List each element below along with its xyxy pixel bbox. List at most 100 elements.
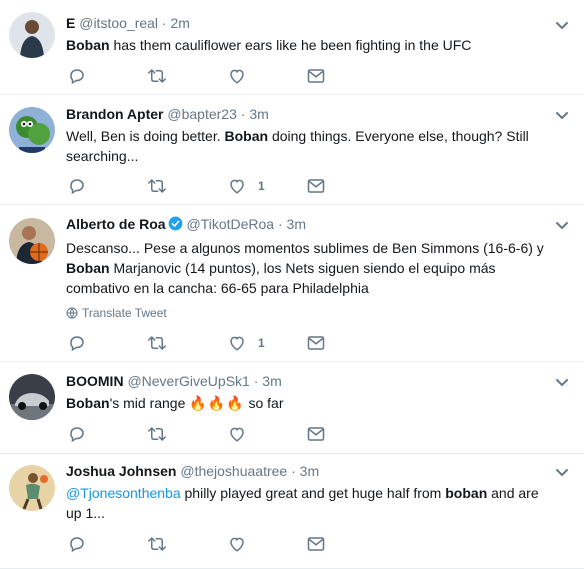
tweet-content: BOOMIN @NeverGiveUpSk1 · 3m Boban's mid r… [66, 372, 556, 413]
user-fullname[interactable]: Brandon Apter [66, 106, 163, 122]
tweet[interactable]: Joshua Johnsen @thejoshuaatree · 3m @Tjon… [0, 454, 584, 569]
message-button[interactable] [307, 534, 325, 554]
tweet-actions: 1 [66, 176, 336, 196]
separator-dot: · [236, 106, 250, 122]
tweet-header: BOOMIN @NeverGiveUpSk1 · 3m [66, 372, 556, 390]
verified-badge-icon [168, 216, 183, 235]
avatar[interactable] [9, 465, 55, 511]
reply-icon [68, 535, 86, 553]
tweet[interactable]: E @itstoo_real · 2m Boban has them caulif… [0, 0, 584, 95]
tweet-timestamp[interactable]: 3m [262, 373, 281, 389]
user-fullname[interactable]: E [66, 15, 75, 31]
reply-icon [68, 67, 86, 85]
user-fullname[interactable]: Joshua Johnsen [66, 463, 176, 479]
separator-dot: · [158, 15, 171, 31]
avatar[interactable] [9, 12, 55, 58]
chevron-down-icon[interactable] [554, 464, 570, 480]
direct-message-icon [307, 68, 325, 84]
message-button[interactable] [307, 333, 325, 353]
text-segment: Well, Ben is doing better. [66, 128, 225, 144]
highlighted-term: Boban [224, 128, 269, 144]
user-handle[interactable]: @thejoshuaatree [180, 463, 287, 479]
chevron-down-icon[interactable] [554, 17, 570, 33]
tweet-text: @Tjonesonthenba philly played great and … [66, 483, 556, 523]
retweet-button[interactable] [147, 333, 167, 353]
tweet-content: E @itstoo_real · 2m Boban has them caulif… [66, 14, 556, 55]
like-icon [228, 535, 246, 553]
like-count: 1 [258, 179, 265, 193]
tweet[interactable]: Alberto de Roa @TikotDeRoa · 3m Descanso.… [0, 205, 584, 362]
like-button[interactable]: 1 [228, 333, 265, 353]
tweet-actions: 1 [66, 333, 336, 353]
direct-message-icon [307, 536, 325, 552]
chevron-down-icon[interactable] [554, 217, 570, 233]
like-icon [228, 425, 246, 443]
highlighted-term: boban [445, 485, 488, 501]
reply-button[interactable] [68, 424, 86, 444]
mention-link[interactable]: @Tjonesonthenba [66, 485, 181, 501]
direct-message-icon [307, 426, 325, 442]
chevron-down-icon[interactable] [554, 107, 570, 123]
tweet-timestamp[interactable]: 3m [300, 463, 319, 479]
like-button[interactable] [228, 424, 246, 444]
user-handle[interactable]: @TikotDeRoa [186, 216, 274, 232]
globe-icon [66, 307, 78, 322]
chevron-down-icon[interactable] [554, 374, 570, 390]
retweet-icon [147, 67, 167, 85]
like-icon [228, 67, 246, 85]
reply-icon [68, 334, 86, 352]
reply-button[interactable] [68, 534, 86, 554]
tweet-timeline: E @itstoo_real · 2m Boban has them caulif… [0, 0, 584, 569]
tweet[interactable]: BOOMIN @NeverGiveUpSk1 · 3m Boban's mid r… [0, 362, 584, 454]
avatar[interactable] [9, 107, 55, 153]
message-button[interactable] [307, 424, 325, 444]
retweet-button[interactable] [147, 424, 167, 444]
tweet-timestamp[interactable]: 2m [171, 15, 190, 31]
reply-icon [68, 425, 86, 443]
text-segment: Descanso... Pese a algunos momentos subl… [66, 240, 544, 256]
retweet-button[interactable] [147, 534, 167, 554]
user-handle[interactable]: @NeverGiveUpSk1 [127, 373, 249, 389]
avatar[interactable] [9, 218, 55, 264]
retweet-icon [147, 425, 167, 443]
tweet-content: Joshua Johnsen @thejoshuaatree · 3m @Tjon… [66, 462, 556, 523]
translate-tweet-link[interactable]: Translate Tweet [66, 306, 556, 322]
like-button[interactable] [228, 66, 246, 86]
tweet[interactable]: Brandon Apter @bapter23 · 3m Well, Ben is… [0, 95, 584, 205]
like-button[interactable] [228, 534, 246, 554]
user-fullname[interactable]: Alberto de Roa [66, 216, 166, 232]
user-handle[interactable]: @bapter23 [167, 106, 236, 122]
reply-button[interactable] [68, 66, 86, 86]
reply-button[interactable] [68, 333, 86, 353]
like-button[interactable]: 1 [228, 176, 265, 196]
user-handle[interactable]: @itstoo_real [79, 15, 158, 31]
highlighted-term: Boban [66, 260, 110, 276]
tweet-text: Well, Ben is doing better. Boban doing t… [66, 126, 556, 166]
tweet-content: Brandon Apter @bapter23 · 3m Well, Ben is… [66, 105, 556, 166]
tweet-actions [66, 534, 336, 554]
reply-button[interactable] [68, 176, 86, 196]
avatar[interactable] [9, 374, 55, 420]
separator-dot: · [287, 463, 300, 479]
direct-message-icon [307, 178, 325, 194]
message-button[interactable] [307, 176, 325, 196]
retweet-button[interactable] [147, 66, 167, 86]
retweet-button[interactable] [147, 176, 167, 196]
tweet-timestamp[interactable]: 3m [249, 106, 268, 122]
separator-dot: · [274, 216, 287, 232]
separator-dot: · [249, 373, 263, 389]
tweet-header: Joshua Johnsen @thejoshuaatree · 3m [66, 462, 556, 480]
direct-message-icon [307, 335, 325, 351]
like-count: 1 [258, 336, 265, 350]
text-segment: Marjanovic (14 puntos), los Nets siguen … [66, 260, 496, 296]
text-segment: so far [244, 395, 284, 411]
retweet-icon [147, 334, 167, 352]
tweet-content: Alberto de Roa @TikotDeRoa · 3m Descanso.… [66, 215, 556, 322]
message-button[interactable] [307, 66, 325, 86]
tweet-timestamp[interactable]: 3m [287, 216, 306, 232]
text-segment: philly played great and get huge half fr… [180, 485, 446, 501]
translate-label: Translate Tweet [82, 306, 167, 320]
highlighted-term: Boban [66, 395, 110, 411]
user-fullname[interactable]: BOOMIN [66, 373, 124, 389]
like-icon [228, 334, 246, 352]
